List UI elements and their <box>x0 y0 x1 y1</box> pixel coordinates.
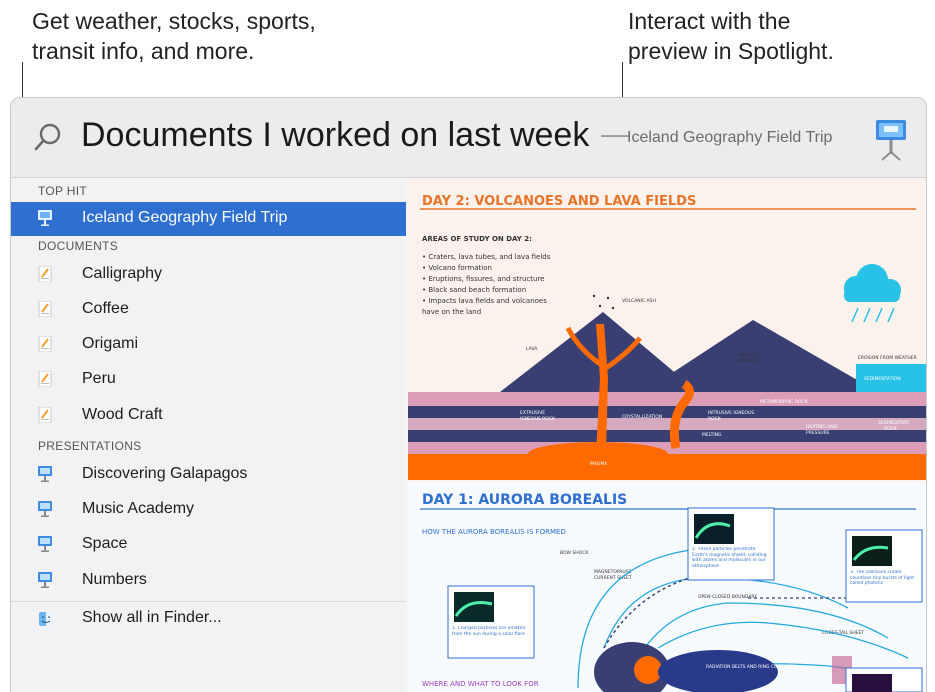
keynote-icon <box>38 210 52 226</box>
label-rock: ROCK <box>708 416 722 422</box>
section-presentations: PRESENTATIONS <box>38 439 142 453</box>
result-label: Coffee <box>82 300 129 317</box>
label-magma: MAGMA <box>590 461 608 467</box>
day2-bullet: have on the land <box>422 308 481 316</box>
result-label: Numbers <box>82 571 147 588</box>
search-query[interactable]: Documents I worked on last week <box>81 116 589 155</box>
pages-icon <box>38 336 52 352</box>
result-label: Wood Craft <box>82 406 163 423</box>
magma-layer <box>408 454 926 480</box>
result-label: Iceland Geography Field Trip <box>82 209 288 226</box>
earth <box>634 656 662 684</box>
result-document-coffee[interactable]: Coffee <box>11 293 406 327</box>
callout-weather-line2: transit info, and more. <box>32 38 255 64</box>
day1-title: DAY 1: AURORA BOREALIS <box>422 492 627 508</box>
result-top-hit[interactable]: Iceland Geography Field Trip <box>11 202 406 236</box>
keynote-icon <box>38 536 52 552</box>
label-sedimentary: SEDIMENTARY <box>878 420 910 426</box>
document-preview[interactable]: DAY 2: VOLCANOES AND LAVA FIELDS AREAS O… <box>408 178 926 692</box>
where-heading: WHERE AND WHAT TO LOOK FOR <box>422 680 539 688</box>
preview-illustration: DAY 2: VOLCANOES AND LAVA FIELDS AREAS O… <box>408 178 926 692</box>
section-top-hit: TOP HIT <box>38 184 87 198</box>
result-presentation-music-academy[interactable]: Music Academy <box>11 493 406 527</box>
label-melting: MELTING <box>702 432 722 438</box>
result-presentation-space[interactable]: Space <box>11 528 406 562</box>
section-documents: DOCUMENTS <box>38 239 119 253</box>
label-pressure: PRESSURE <box>806 430 830 436</box>
result-document-peru[interactable]: Peru <box>11 363 406 397</box>
callout-weather-line1: Get weather, stocks, sports, <box>32 8 316 34</box>
label-igneous: IGNEOUS ROCK <box>520 416 556 422</box>
result-label: Origami <box>82 335 139 352</box>
day2-bullet: • Impacts lava fields and volcanoes <box>422 297 547 305</box>
result-label: Show all in Finder... <box>82 609 222 626</box>
result-label: Music Academy <box>82 500 195 517</box>
label-open-closed: OPEN-CLOSED BOUNDARY <box>698 594 757 600</box>
keynote-icon <box>876 120 906 161</box>
pages-icon <box>38 371 52 387</box>
pages-icon <box>38 407 52 423</box>
day1-heading: HOW THE AURORA BOREALIS IS FORMED <box>422 528 566 536</box>
results-sidebar: TOP HIT Iceland Geography Field Trip DOC… <box>11 178 406 692</box>
pages-icon <box>38 266 52 282</box>
label-erosion: EROSION FROM WEATHER <box>858 355 917 361</box>
label-extrusive: EXTRUSIVE <box>520 410 545 416</box>
keynote-icon <box>38 466 52 482</box>
keynote-icon <box>38 501 52 517</box>
search-bar[interactable]: Documents I worked on last week — Icelan… <box>11 98 926 178</box>
search-top-hit-hint: Iceland Geography Field Trip <box>627 129 833 146</box>
day2-bullet: • Craters, lava tubes, and lava fields <box>422 253 551 261</box>
day2-bullet: • Black sand beach formation <box>422 286 526 294</box>
callout-weather: Get weather, stocks, sports, transit inf… <box>32 6 392 66</box>
callout-preview: Interact with the preview in Spotlight. <box>628 6 928 66</box>
day2-bullet: • Eruptions, fissures, and structure <box>422 275 544 283</box>
result-label: Peru <box>82 370 116 387</box>
result-label: Discovering Galapagos <box>82 465 248 482</box>
caption-1: 1. Charged particles are emitted from th… <box>452 626 526 637</box>
callout-preview-line1: Interact with the <box>628 8 791 34</box>
label-uplift: UPLIFT TO <box>738 352 761 358</box>
search-icon <box>34 123 61 151</box>
label-lava: LAVA <box>526 346 538 352</box>
spotlight-window: Documents I worked on last week — Icelan… <box>10 97 927 692</box>
query-separator: — <box>601 118 629 149</box>
result-document-calligraphy[interactable]: Calligraphy <box>11 258 406 292</box>
label-surface: SURFACE <box>738 358 759 364</box>
day2-heading: AREAS OF STUDY ON DAY 2: <box>422 235 532 243</box>
keynote-icon <box>38 572 52 588</box>
label-heating: HEATING AND <box>806 424 838 430</box>
label-sedimentation: SEDIMENTATION <box>864 376 901 382</box>
show-all-in-finder[interactable]: Show all in Finder... <box>11 602 406 636</box>
label-metamorphic: METAMORPHIC ROCK <box>760 399 809 405</box>
label-current-sheet: CURRENT SHEET <box>594 575 632 581</box>
result-presentation-discovering-galapagos[interactable]: Discovering Galapagos <box>11 458 406 492</box>
pages-icon <box>38 301 52 317</box>
caption-3: 3. The collisions create countless tiny … <box>850 570 914 586</box>
label-radiation: RADIATION BELTS AND RING CURRENTS <box>706 664 796 670</box>
result-presentation-numbers[interactable]: Numbers <box>11 564 406 598</box>
caption-2: 2. These particles penetrate Earth's mag… <box>692 547 767 569</box>
result-label: Space <box>82 535 128 552</box>
label-sed-rock: ROCK <box>884 426 898 432</box>
label-bow-shock: BOW SHOCK <box>560 550 589 556</box>
label-intrusive: INTRUSIVE IGNEOUS <box>708 410 754 416</box>
label-volcanic-ash: VOLCANIC ASH <box>622 298 656 304</box>
result-label: Calligraphy <box>82 265 163 282</box>
label-crystallization: CRYSTALLIZATION <box>622 414 662 420</box>
finder-icon <box>39 612 53 626</box>
callout-preview-line2: preview in Spotlight. <box>628 38 834 64</box>
day2-bullet: • Volcano formation <box>422 264 492 272</box>
result-document-origami[interactable]: Origami <box>11 328 406 362</box>
result-document-wood-craft[interactable]: Wood Craft <box>11 399 406 433</box>
day2-title: DAY 2: VOLCANOES AND LAVA FIELDS <box>422 194 696 209</box>
